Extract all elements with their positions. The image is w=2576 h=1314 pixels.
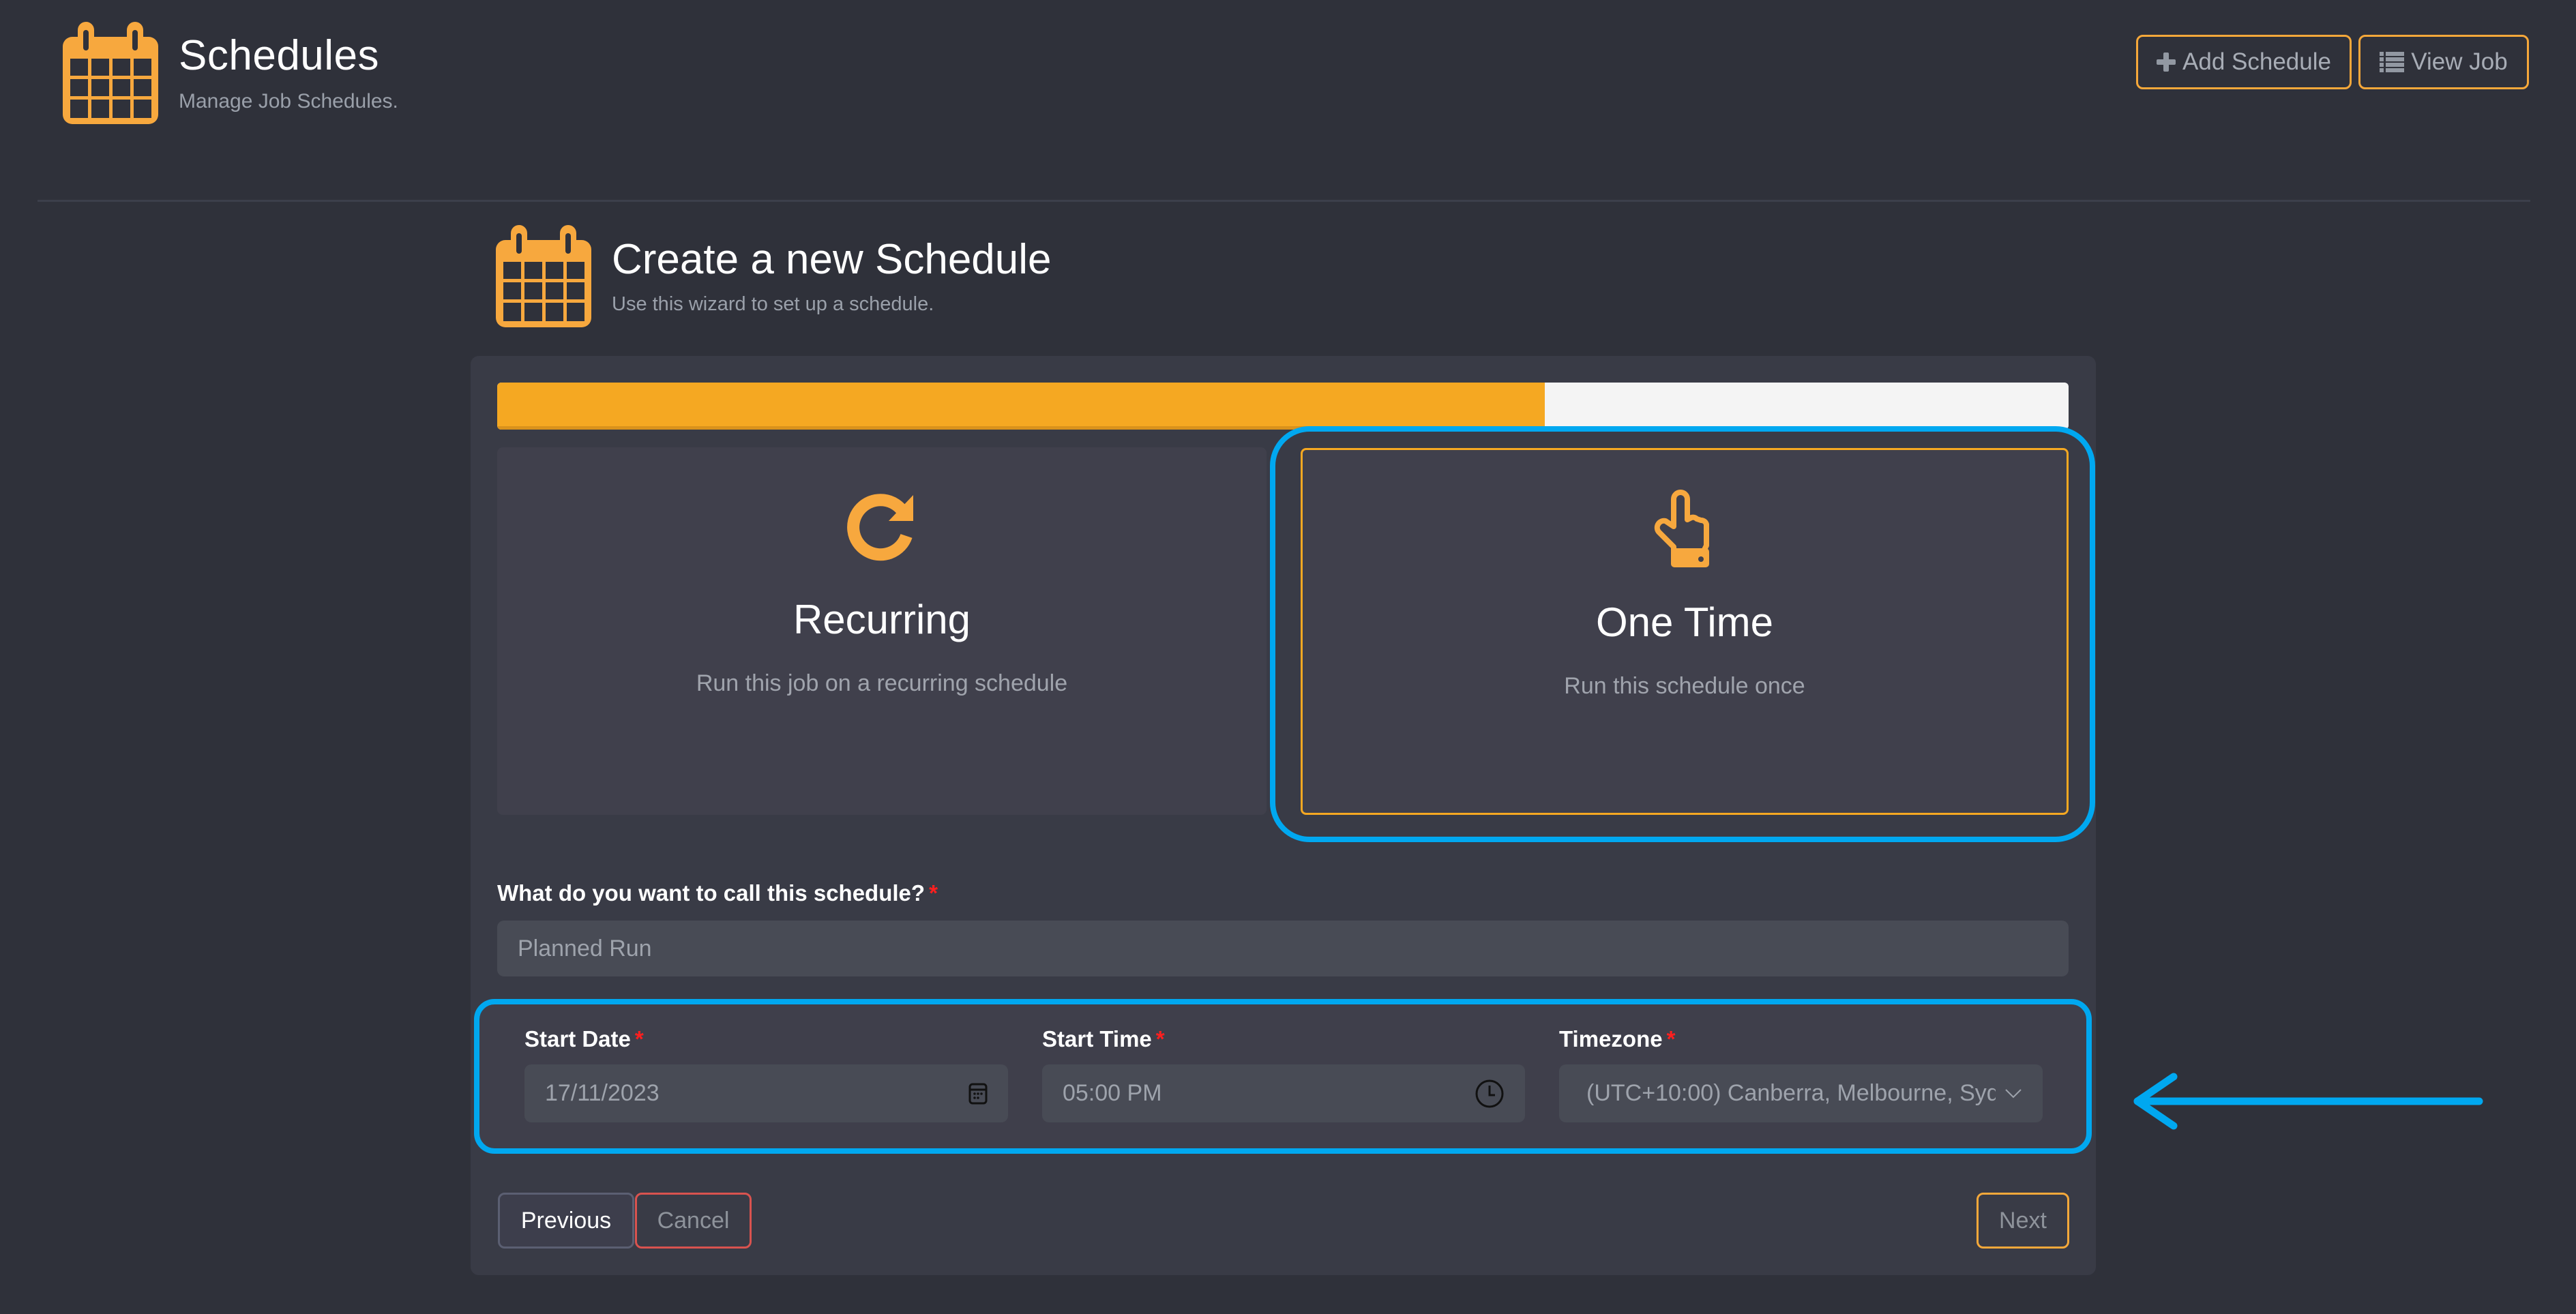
view-job-label: View Job xyxy=(2411,48,2508,75)
wizard-subtitle: Use this wizard to set up a schedule. xyxy=(612,293,934,315)
view-job-button[interactable]: View Job xyxy=(2358,35,2529,89)
header-divider xyxy=(38,200,2530,202)
start-date-label: Start Date * xyxy=(524,1026,644,1052)
required-marker: * xyxy=(1155,1026,1165,1051)
schedule-type-recurring[interactable]: Recurring Run this job on a recurring sc… xyxy=(497,447,1267,815)
schedule-name-value: Planned Run xyxy=(518,935,652,961)
list-icon xyxy=(2380,52,2405,72)
recurring-title: Recurring xyxy=(793,597,971,642)
start-time-value: 05:00 PM xyxy=(1063,1080,1162,1106)
progress-fill xyxy=(497,383,1545,430)
wizard-calendar-icon xyxy=(496,225,591,327)
one-time-title: One Time xyxy=(1595,599,1774,645)
arrow-left-annotation-icon xyxy=(2133,1073,2483,1130)
schedule-type-one-time[interactable]: One Time Run this schedule once xyxy=(1301,448,2069,815)
schedule-name-label: What do you want to call this schedule? * xyxy=(497,880,938,906)
add-schedule-label: Add Schedule xyxy=(2182,48,2331,75)
redo-icon xyxy=(847,494,913,561)
cancel-button[interactable]: Cancel xyxy=(635,1193,752,1249)
page-subtitle: Manage Job Schedules. xyxy=(179,90,398,113)
start-date-label-text: Start Date xyxy=(524,1026,631,1051)
recurring-description: Run this job on a recurring schedule xyxy=(696,670,1068,696)
clock-icon[interactable] xyxy=(1475,1079,1505,1109)
add-schedule-button[interactable]: Add Schedule xyxy=(2136,35,2352,89)
previous-button[interactable]: Previous xyxy=(498,1193,634,1249)
page-title: Schedules xyxy=(179,32,380,79)
schedule-name-input[interactable]: Planned Run xyxy=(497,921,2069,976)
start-time-input[interactable]: 05:00 PM xyxy=(1042,1064,1525,1122)
timezone-select[interactable]: (UTC+10:00) Canberra, Melbourne, Syd xyxy=(1559,1064,2043,1122)
required-marker: * xyxy=(634,1026,644,1051)
calendar-icon xyxy=(63,22,158,124)
timezone-value: (UTC+10:00) Canberra, Melbourne, Syd xyxy=(1586,1080,1996,1106)
start-time-label-text: Start Time xyxy=(1042,1026,1152,1051)
start-date-input[interactable]: 17/11/2023 xyxy=(524,1064,1008,1122)
next-button[interactable]: Next xyxy=(1977,1193,2069,1249)
start-time-label: Start Time * xyxy=(1042,1026,1165,1052)
required-marker: * xyxy=(1666,1026,1676,1051)
wizard-progress-bar xyxy=(497,383,2069,430)
hand-pointer-icon xyxy=(1654,490,1709,567)
required-marker: * xyxy=(929,880,938,906)
wizard-title: Create a new Schedule xyxy=(612,236,1052,283)
timezone-label: Timezone * xyxy=(1559,1026,1675,1052)
plus-icon xyxy=(2157,53,2176,72)
one-time-description: Run this schedule once xyxy=(1564,673,1805,699)
chevron-down-icon xyxy=(2005,1088,2022,1098)
schedule-name-label-text: What do you want to call this schedule? xyxy=(497,880,926,906)
start-date-value: 17/11/2023 xyxy=(545,1080,660,1106)
timezone-label-text: Timezone xyxy=(1559,1026,1663,1051)
calendar-picker-icon[interactable] xyxy=(968,1083,988,1105)
